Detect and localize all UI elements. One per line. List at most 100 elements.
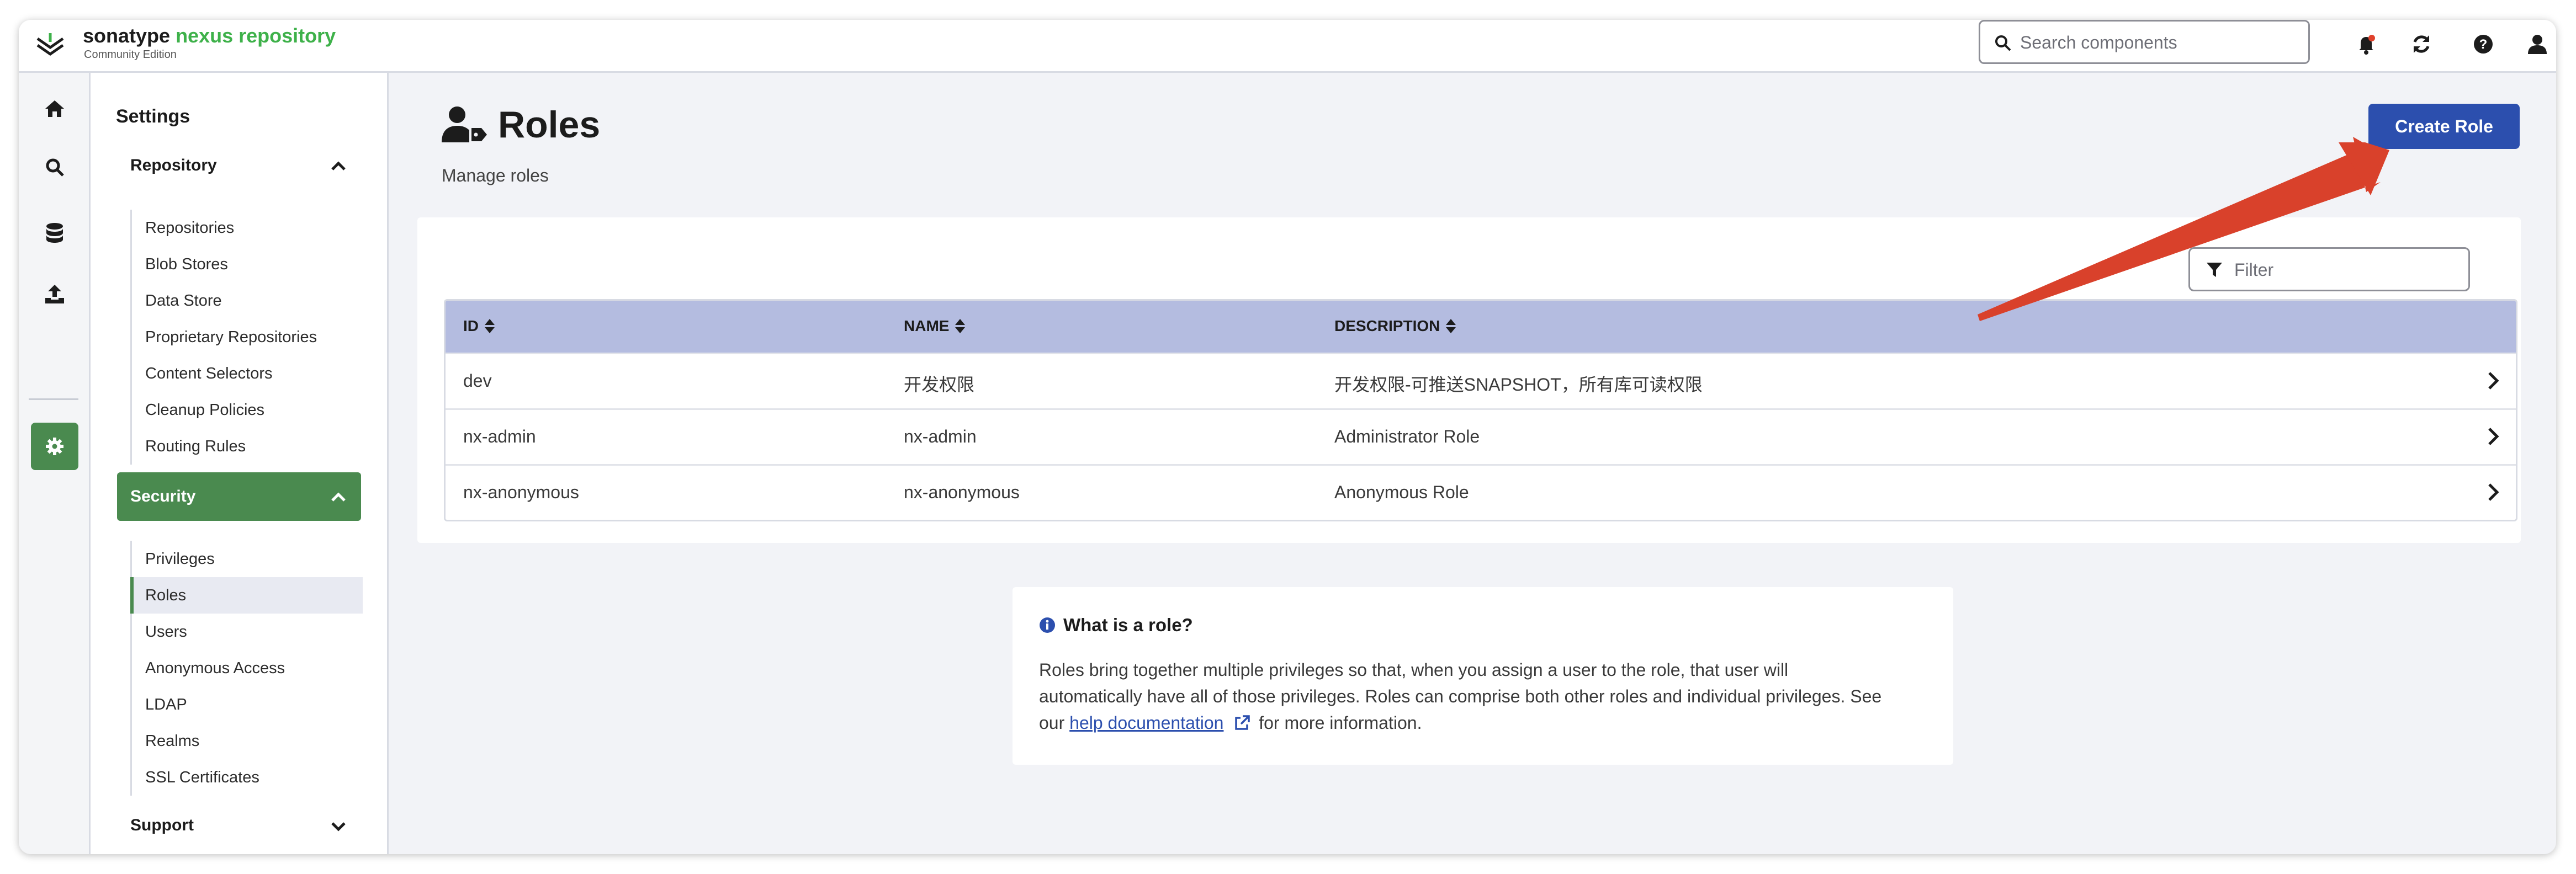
help-icon: ?: [2474, 35, 2493, 54]
table-row[interactable]: nx-admin nx-admin Administrator Role: [446, 408, 2516, 464]
column-name[interactable]: NAME: [904, 317, 966, 335]
cell-id: dev: [463, 371, 492, 391]
search-icon: [1995, 35, 2011, 51]
sidebar-item-privileges[interactable]: Privileges: [132, 541, 363, 577]
rail-browse[interactable]: [31, 210, 78, 257]
brand-title: sonatype nexus repository: [83, 24, 336, 47]
home-icon: [45, 100, 64, 117]
table-header: ID NAME DESCRIPTION: [446, 301, 2516, 353]
sidebar-item-blob-stores[interactable]: Blob Stores: [132, 246, 363, 283]
sort-icon: [1446, 319, 1456, 333]
rail-search[interactable]: [31, 143, 78, 191]
page-title: Roles: [498, 104, 601, 146]
rail-upload[interactable]: [31, 270, 78, 318]
repository-submenu: Repositories Blob Stores Data Store Prop…: [130, 210, 363, 465]
info-body: Roles bring together multiple privileges…: [1039, 657, 1933, 736]
main-content: Roles Manage roles Create Role ID NAME: [389, 73, 2556, 854]
sidebar-item-ssl-certificates[interactable]: SSL Certificates: [132, 759, 363, 796]
cell-name: nx-admin: [904, 427, 977, 446]
cell-description: Administrator Role: [1334, 427, 1480, 446]
column-id-label: ID: [463, 317, 479, 334]
info-icon: [1040, 617, 1055, 633]
sidebar-item-users[interactable]: Users: [132, 614, 363, 650]
chevron-up-icon: [331, 161, 346, 170]
sidebar-group-support[interactable]: Support: [117, 801, 361, 850]
top-header: sonatype nexus repository Community Edit…: [19, 20, 2556, 73]
table-row[interactable]: dev 开发权限 开发权限-可推送SNAPSHOT，所有库可读权限: [446, 353, 2516, 408]
database-icon: [46, 223, 63, 243]
rail-home[interactable]: [31, 85, 78, 132]
column-description[interactable]: DESCRIPTION: [1334, 317, 1456, 335]
chevron-down-icon: [331, 822, 346, 832]
user-button[interactable]: [2525, 32, 2550, 56]
security-submenu: Privileges Roles Users Anonymous Access …: [130, 541, 363, 796]
brand-edition: Community Edition: [84, 49, 177, 61]
sidebar-item-ldap[interactable]: LDAP: [132, 686, 363, 723]
cell-description: Anonymous Role: [1334, 482, 1469, 502]
column-id[interactable]: ID: [463, 317, 495, 335]
sidebar-item-data-store[interactable]: Data Store: [132, 283, 363, 319]
sonatype-logo-icon: [36, 33, 64, 56]
svg-text:?: ?: [2479, 37, 2488, 52]
info-line: automatically have all of those privileg…: [1039, 686, 1882, 706]
cell-description: 开发权限-可推送SNAPSHOT，所有库可读权限: [1334, 375, 1703, 395]
sidebar-item-routing-rules[interactable]: Routing Rules: [132, 428, 363, 465]
sort-icon: [485, 319, 495, 333]
column-description-label: DESCRIPTION: [1334, 317, 1440, 334]
upload-icon: [45, 285, 64, 303]
cell-name: nx-anonymous: [904, 482, 1020, 502]
page-heading: Roles: [442, 103, 600, 147]
filter-input[interactable]: [2233, 257, 2456, 283]
sidebar-item-cleanup-policies[interactable]: Cleanup Policies: [132, 392, 363, 428]
chevron-up-icon: [331, 492, 346, 502]
refresh-button[interactable]: [2409, 32, 2434, 56]
search-components-field[interactable]: [1979, 20, 2310, 64]
sidebar-item-roles[interactable]: Roles: [130, 577, 363, 614]
create-role-button[interactable]: Create Role: [2368, 104, 2520, 149]
sidebar-group-repository[interactable]: Repository: [117, 141, 361, 190]
info-line: Roles bring together multiple privileges…: [1039, 660, 1789, 680]
roles-card: ID NAME DESCRIPTION dev 开发权限 开发权限: [417, 217, 2521, 543]
user-icon: [2528, 35, 2547, 54]
bell-icon: [2359, 35, 2375, 55]
search-components-input[interactable]: [2019, 28, 2297, 57]
sidebar-item-proprietary-repositories[interactable]: Proprietary Repositories: [132, 319, 363, 355]
notifications-button[interactable]: [2354, 32, 2378, 56]
cell-id: nx-admin: [463, 427, 536, 446]
chevron-right-icon: [2488, 428, 2499, 445]
sidebar-item-repositories[interactable]: Repositories: [132, 210, 363, 246]
roles-table: ID NAME DESCRIPTION dev 开发权限 开发权限-可推送SNA…: [444, 299, 2517, 521]
chevron-right-icon: [2488, 483, 2499, 501]
user-tag-icon: [442, 106, 487, 142]
brand-name: sonatype: [83, 24, 171, 47]
gear-icon: [46, 438, 63, 455]
sort-icon: [955, 319, 966, 333]
brand-product: nexus repository: [176, 24, 336, 47]
sidebar-item-content-selectors[interactable]: Content Selectors: [132, 355, 363, 392]
sidebar-item-anonymous-access[interactable]: Anonymous Access: [132, 650, 363, 686]
info-text: our: [1039, 713, 1065, 733]
page-subtitle: Manage roles: [442, 166, 549, 185]
settings-sidebar: Settings Repository Repositories Blob St…: [91, 73, 389, 854]
left-rail: [19, 73, 91, 854]
sidebar-group-label: Support: [130, 816, 194, 834]
help-button[interactable]: ?: [2471, 32, 2495, 56]
info-line: our help documentation for more informat…: [1039, 710, 1933, 736]
sidebar-title: Settings: [116, 106, 190, 127]
sidebar-group-label: Repository: [130, 156, 217, 174]
sidebar-item-realms[interactable]: Realms: [132, 723, 363, 759]
search-icon: [46, 158, 64, 177]
column-name-label: NAME: [904, 317, 950, 334]
help-documentation-link[interactable]: help documentation: [1069, 713, 1223, 733]
cell-name: 开发权限: [904, 375, 975, 395]
chevron-right-icon: [2488, 372, 2499, 390]
table-row[interactable]: nx-anonymous nx-anonymous Anonymous Role: [446, 464, 2516, 520]
external-link-icon: [1235, 715, 1250, 730]
rail-settings[interactable]: [31, 423, 78, 470]
refresh-icon: [2413, 35, 2430, 53]
info-title: What is a role?: [1039, 615, 1193, 636]
sidebar-group-security[interactable]: Security: [117, 472, 361, 521]
filter-field[interactable]: [2188, 247, 2470, 291]
info-title-text: What is a role?: [1063, 615, 1193, 635]
app-window: sonatype nexus repository Community Edit…: [19, 20, 2556, 854]
